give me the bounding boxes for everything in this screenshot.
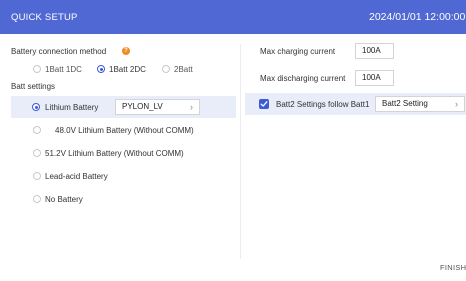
max-charging-label: Max charging current xyxy=(260,47,336,56)
lithium-battery-label: Lithium Battery xyxy=(45,103,99,112)
radio-1batt-2dc[interactable] xyxy=(97,65,105,73)
radio-51v-lithium[interactable] xyxy=(33,149,41,157)
48v-lithium-label: 48.0V Lithium Battery (Without COMM) xyxy=(55,126,194,135)
help-icon[interactable]: ? xyxy=(122,47,130,55)
radio-48v-lithium[interactable] xyxy=(33,126,41,134)
radio-lithium-battery[interactable] xyxy=(32,103,40,111)
page-title: QUICK SETUP xyxy=(11,12,78,23)
batt2-follow-checkbox[interactable] xyxy=(259,99,269,109)
radio-2batt-label: 2Batt xyxy=(174,65,193,74)
chevron-right-icon: › xyxy=(455,99,458,109)
max-charging-value: 100A xyxy=(362,46,381,55)
lithium-protocol-select[interactable]: PYLON_LV › xyxy=(115,99,200,115)
radio-1batt-1dc[interactable] xyxy=(33,65,41,73)
batt2-setting-button[interactable]: Batt2 Setting › xyxy=(375,96,465,112)
chevron-right-icon: › xyxy=(190,102,193,112)
max-discharging-input[interactable]: 100A xyxy=(355,70,394,86)
51v-lithium-label: 51.2V Lithium Battery (Without COMM) xyxy=(45,149,184,158)
datetime: 2024/01/01 12:00:00 xyxy=(369,11,466,23)
batt-settings-label: Batt settings xyxy=(11,82,56,91)
batt2-setting-label: Batt2 Setting xyxy=(382,99,428,108)
radio-1batt-1dc-label: 1Batt 1DC xyxy=(45,65,82,74)
radio-2batt[interactable] xyxy=(162,65,170,73)
max-discharging-label: Max discharging current xyxy=(260,74,346,83)
header-bar: QUICK SETUP 2024/01/01 12:00:00 xyxy=(0,0,466,34)
max-discharging-value: 100A xyxy=(362,73,381,82)
lithium-protocol-value: PYLON_LV xyxy=(122,102,163,111)
lead-acid-label: Lead-acid Battery xyxy=(45,172,108,181)
max-charging-input[interactable]: 100A xyxy=(355,43,394,59)
radio-lead-acid[interactable] xyxy=(33,172,41,180)
batt2-follow-label: Batt2 Settings follow Batt1 xyxy=(276,100,370,109)
checkmark-icon xyxy=(260,101,268,107)
column-divider xyxy=(240,44,241,259)
radio-1batt-2dc-label: 1Batt 2DC xyxy=(109,65,146,74)
no-battery-label: No Battery xyxy=(45,195,83,204)
finish-button[interactable]: FINISH xyxy=(440,263,466,272)
radio-no-battery[interactable] xyxy=(33,195,41,203)
battery-connection-label: Battery connection method xyxy=(11,47,107,56)
